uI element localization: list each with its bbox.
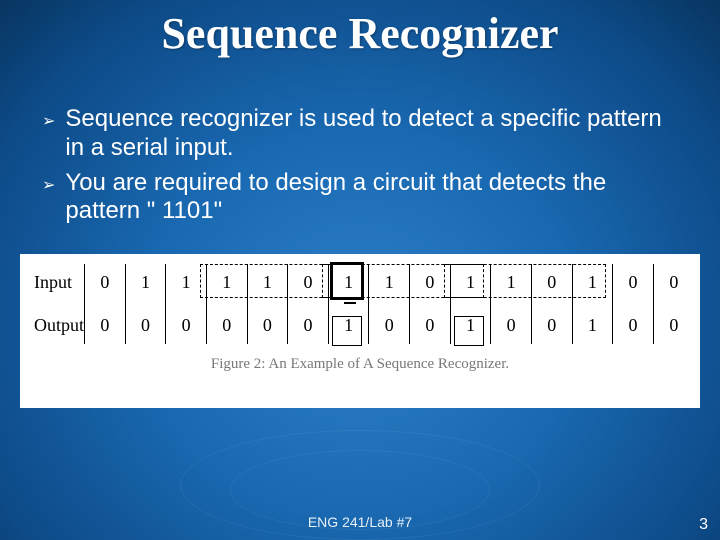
row-label-output: Output	[26, 301, 85, 344]
cell: 1	[450, 264, 491, 301]
figure-caption: Figure 2: An Example of A Sequence Recog…	[26, 356, 694, 373]
cell: 0	[247, 301, 288, 344]
cell: 1	[369, 264, 410, 301]
cell: 1	[572, 301, 613, 344]
cell: 0	[410, 264, 451, 301]
cell: 1	[450, 301, 491, 344]
cell: 0	[85, 301, 126, 344]
cell: 1	[328, 301, 369, 344]
triangle-bullet-icon: ➢	[42, 111, 55, 131]
page-number: 3	[699, 516, 708, 534]
bullet-text: You are required to design a circuit tha…	[65, 169, 678, 227]
bullet-text: Sequence recognizer is used to detect a …	[65, 105, 678, 163]
page-title: Sequence Recognizer	[0, 0, 720, 59]
cell: 0	[166, 301, 207, 344]
cell: 0	[288, 264, 329, 301]
cell: 0	[491, 301, 532, 344]
list-item: ➢ Sequence recognizer is used to detect …	[42, 105, 678, 163]
table-row: Output 0 0 0 0 0 0 1 0 0 1 0 0 1 0 0	[26, 301, 694, 344]
triangle-bullet-icon: ➢	[42, 175, 55, 195]
figure-panel: Input 0 1 1 1 1 0 1 1 0 1 1 0 1 0 0 Outp…	[20, 254, 700, 408]
cell: 0	[85, 264, 126, 301]
cell: 1	[166, 264, 207, 301]
cell: 0	[613, 264, 654, 301]
cell: 1	[328, 264, 369, 301]
cell: 0	[653, 264, 694, 301]
cell: 1	[491, 264, 532, 301]
cell: 1	[125, 264, 166, 301]
row-label-input: Input	[26, 264, 85, 301]
io-table: Input 0 1 1 1 1 0 1 1 0 1 1 0 1 0 0 Outp…	[26, 264, 694, 344]
cell: 0	[206, 301, 247, 344]
cell: 1	[206, 264, 247, 301]
bullet-list: ➢ Sequence recognizer is used to detect …	[42, 105, 678, 226]
cell: 1	[247, 264, 288, 301]
list-item: ➢ You are required to design a circuit t…	[42, 169, 678, 227]
cell: 0	[288, 301, 329, 344]
footer-text: ENG 241/Lab #7	[0, 514, 720, 530]
cell: 0	[531, 301, 572, 344]
cell: 0	[531, 264, 572, 301]
cell: 1	[572, 264, 613, 301]
table-row: Input 0 1 1 1 1 0 1 1 0 1 1 0 1 0 0	[26, 264, 694, 301]
cell: 0	[410, 301, 451, 344]
cell: 0	[653, 301, 694, 344]
cell: 0	[369, 301, 410, 344]
cell: 0	[613, 301, 654, 344]
cell: 0	[125, 301, 166, 344]
